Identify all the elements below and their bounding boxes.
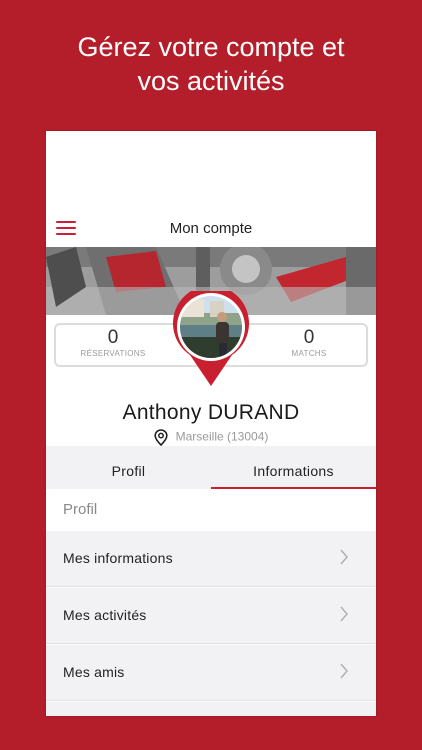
chevron-right-icon — [340, 663, 348, 679]
matchs-label: MATCHS — [291, 349, 327, 358]
tab-informations[interactable]: Informations — [211, 446, 376, 489]
menu-item-next[interactable] — [46, 702, 376, 716]
chevron-right-icon — [340, 606, 348, 622]
tab-bar: Profil Informations — [46, 446, 376, 489]
chevron-right-icon — [340, 549, 348, 565]
matchs-count: 0 — [303, 327, 315, 348]
menu-item-mes-activites[interactable]: Mes activités — [46, 588, 376, 644]
promo-headline: Gérez votre compte et vos activités — [0, 30, 422, 98]
user-location: Marseille (13004) — [46, 429, 376, 447]
user-name: Anthony DURAND — [46, 401, 376, 425]
stat-matchs[interactable]: 0 MATCHS — [254, 327, 364, 360]
headline-line-1: Gérez votre compte et — [77, 32, 345, 62]
user-first-name: Anthony — [122, 401, 202, 424]
avatar[interactable] — [170, 285, 252, 387]
tab-profil[interactable]: Profil — [46, 446, 211, 489]
section-header-label: Profil — [63, 501, 98, 518]
section-header: Profil — [46, 489, 376, 531]
page-title: Mon compte — [169, 220, 253, 237]
app-bar: Mon compte — [46, 211, 376, 247]
headline-line-2: vos activités — [137, 66, 285, 96]
location-pin-icon — [154, 429, 168, 447]
menu-item-label: Mes informations — [63, 550, 173, 566]
menu-item-label: Mes amis — [63, 664, 125, 680]
menu-item-mes-informations[interactable]: Mes informations — [46, 531, 376, 587]
phone-screen: Mon compte 0 RÉSERVATIONS 0 MATCHS Antho… — [46, 131, 376, 716]
user-last-name: DURAND — [207, 401, 300, 424]
reservations-count: 0 — [107, 327, 119, 348]
menu-item-label: Mes activités — [63, 607, 147, 623]
location-text: Marseille (13004) — [175, 429, 269, 444]
menu-item-mes-amis[interactable]: Mes amis — [46, 645, 376, 701]
stat-reservations[interactable]: 0 RÉSERVATIONS — [58, 327, 168, 360]
reservations-label: RÉSERVATIONS — [80, 349, 146, 358]
